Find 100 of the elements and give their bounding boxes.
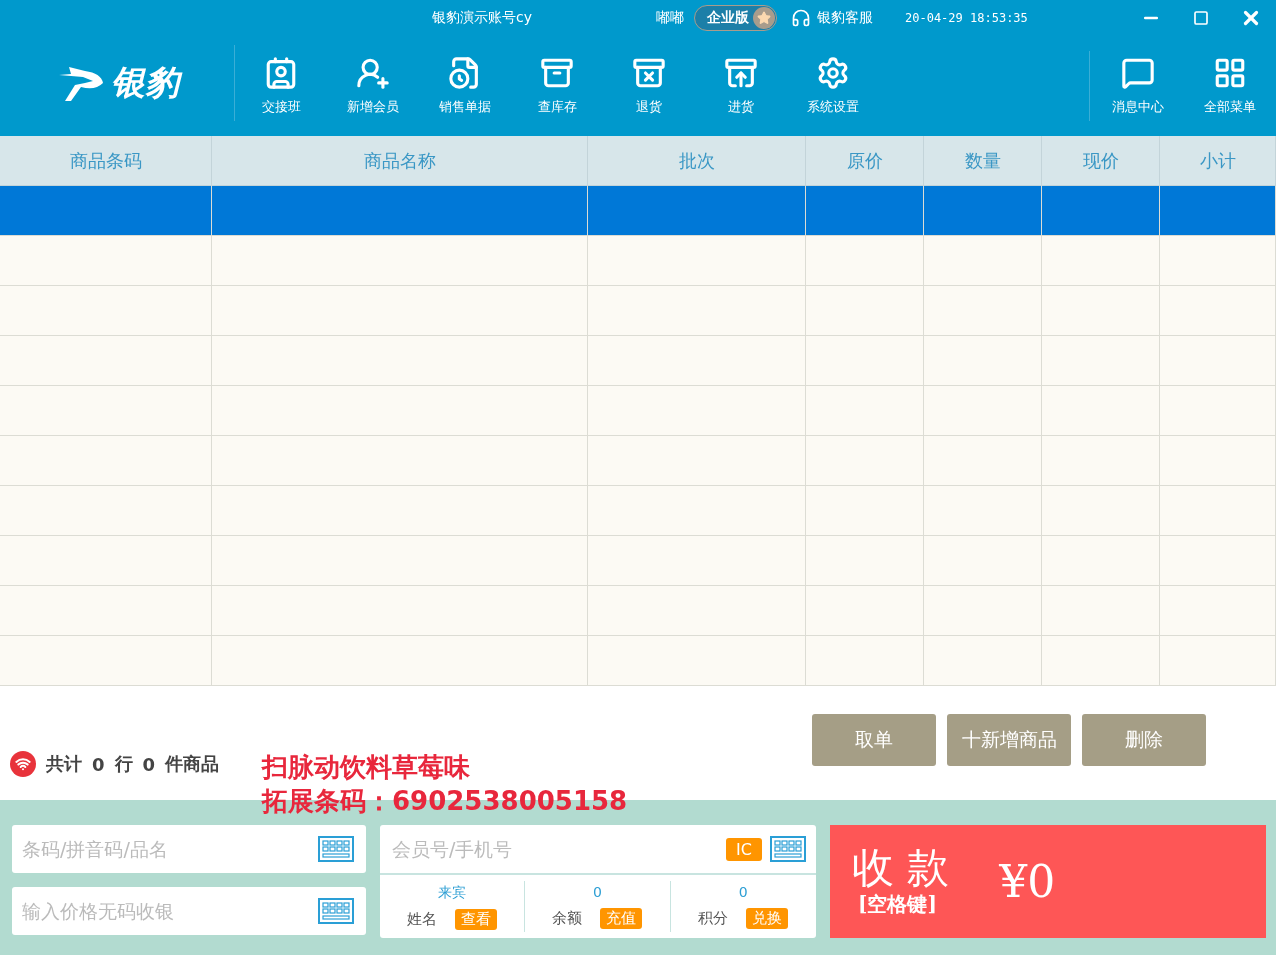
ic-button[interactable]: IC (726, 837, 762, 861)
row-count: 0 (92, 753, 105, 775)
toolbar-button[interactable]: 新增会员 (327, 56, 419, 116)
table-cell[interactable] (0, 636, 212, 686)
table-cell[interactable] (806, 186, 924, 236)
table-cell[interactable] (924, 536, 1042, 586)
table-cell[interactable] (588, 486, 806, 536)
table-cell[interactable] (1042, 486, 1160, 536)
table-cell[interactable] (806, 636, 924, 686)
table-cell[interactable] (806, 386, 924, 436)
stat-button[interactable]: 充值 (600, 908, 643, 929)
keyboard-icon[interactable] (318, 836, 354, 862)
table-cell[interactable] (1042, 536, 1160, 586)
table-cell[interactable] (0, 486, 212, 536)
table-cell[interactable] (588, 636, 806, 686)
table-cell[interactable] (1160, 236, 1276, 286)
table-cell[interactable] (1160, 486, 1276, 536)
summary-label: 共计 (46, 752, 82, 776)
item-count: 0 (142, 753, 156, 775)
table-cell[interactable] (924, 236, 1042, 286)
table-cell[interactable] (1160, 286, 1276, 336)
table-cell[interactable] (588, 536, 806, 586)
table-cell[interactable] (806, 486, 924, 536)
stat-button[interactable]: 兑换 (746, 908, 789, 929)
table-cell[interactable] (1042, 586, 1160, 636)
action-button[interactable]: 十新增商品 (947, 714, 1071, 766)
member-field[interactable]: 会员号/手机号 (390, 837, 719, 861)
table-cell[interactable] (1042, 186, 1160, 236)
table-cell[interactable] (1042, 436, 1160, 486)
table-cell[interactable] (924, 336, 1042, 386)
table-cell[interactable] (0, 236, 212, 286)
table-cell[interactable] (588, 286, 806, 336)
table-cell[interactable] (924, 386, 1042, 436)
toolbar-button[interactable]: 查库存 (511, 56, 603, 116)
table-cell[interactable] (212, 486, 588, 536)
table-cell[interactable] (1042, 336, 1160, 386)
keyboard-icon[interactable] (318, 898, 354, 924)
stat-value: 0 (592, 884, 603, 900)
table-cell[interactable] (588, 236, 806, 286)
table-cell[interactable] (212, 186, 588, 236)
price-field[interactable]: 输入价格无码收银 (12, 887, 366, 935)
table-cell[interactable] (1160, 636, 1276, 686)
checkout-button[interactable]: 收 款 [空格键] ¥0 (830, 825, 1266, 938)
table-cell[interactable] (924, 636, 1042, 686)
action-button[interactable]: 取单 (812, 714, 936, 766)
toolbar-button[interactable]: 系统设置 (787, 56, 879, 116)
maximize-icon[interactable] (1193, 10, 1209, 26)
table-cell[interactable] (212, 536, 588, 586)
table-cell[interactable] (588, 436, 806, 486)
table-cell[interactable] (806, 336, 924, 386)
table-cell[interactable] (212, 436, 588, 486)
table-cell[interactable] (1160, 536, 1276, 586)
toolbar-button[interactable]: 退货 (603, 56, 695, 116)
table-cell[interactable] (924, 486, 1042, 536)
action-button[interactable]: 删除 (1082, 714, 1206, 766)
search-field[interactable]: 条码/拼音码/品名 (12, 825, 366, 873)
table-cell[interactable] (924, 586, 1042, 636)
table-cell[interactable] (806, 236, 924, 286)
toolbar-button[interactable]: 消息中心 (1092, 56, 1184, 116)
table-cell[interactable] (806, 536, 924, 586)
table-cell[interactable] (212, 636, 588, 686)
table-cell[interactable] (1160, 436, 1276, 486)
table-cell[interactable] (0, 436, 212, 486)
table-cell[interactable] (806, 586, 924, 636)
grid-menu-icon (1213, 56, 1247, 90)
table-cell[interactable] (212, 386, 588, 436)
table-cell[interactable] (1160, 186, 1276, 236)
table-cell[interactable] (588, 586, 806, 636)
table-cell[interactable] (1042, 286, 1160, 336)
table-cell[interactable] (0, 386, 212, 436)
table-cell[interactable] (1160, 586, 1276, 636)
table-cell[interactable] (1042, 236, 1160, 286)
table-cell[interactable] (924, 436, 1042, 486)
stat-button[interactable]: 查看 (455, 908, 498, 930)
table-cell[interactable] (212, 586, 588, 636)
table-cell[interactable] (0, 586, 212, 636)
table-cell[interactable] (588, 386, 806, 436)
table-cell[interactable] (588, 336, 806, 386)
table-cell[interactable] (588, 186, 806, 236)
toolbar-button[interactable]: 销售单据 (419, 56, 511, 116)
table-cell[interactable] (924, 286, 1042, 336)
toolbar-button[interactable]: 进货 (695, 56, 787, 116)
table-cell[interactable] (0, 336, 212, 386)
table-cell[interactable] (212, 336, 588, 386)
toolbar-button[interactable]: 交接班 (235, 56, 327, 116)
table-cell[interactable] (0, 536, 212, 586)
table-cell[interactable] (806, 436, 924, 486)
toolbar-button[interactable]: 全部菜单 (1184, 56, 1276, 116)
table-cell[interactable] (806, 286, 924, 336)
table-cell[interactable] (1160, 336, 1276, 386)
table-cell[interactable] (1042, 386, 1160, 436)
table-cell[interactable] (212, 236, 588, 286)
table-cell[interactable] (212, 286, 588, 336)
table-cell[interactable] (0, 286, 212, 336)
keyboard-icon[interactable] (770, 836, 806, 862)
table-cell[interactable] (0, 186, 212, 236)
table-cell[interactable] (924, 186, 1042, 236)
support-link[interactable]: 银豹客服 (791, 8, 873, 28)
table-cell[interactable] (1042, 636, 1160, 686)
table-cell[interactable] (1160, 386, 1276, 436)
